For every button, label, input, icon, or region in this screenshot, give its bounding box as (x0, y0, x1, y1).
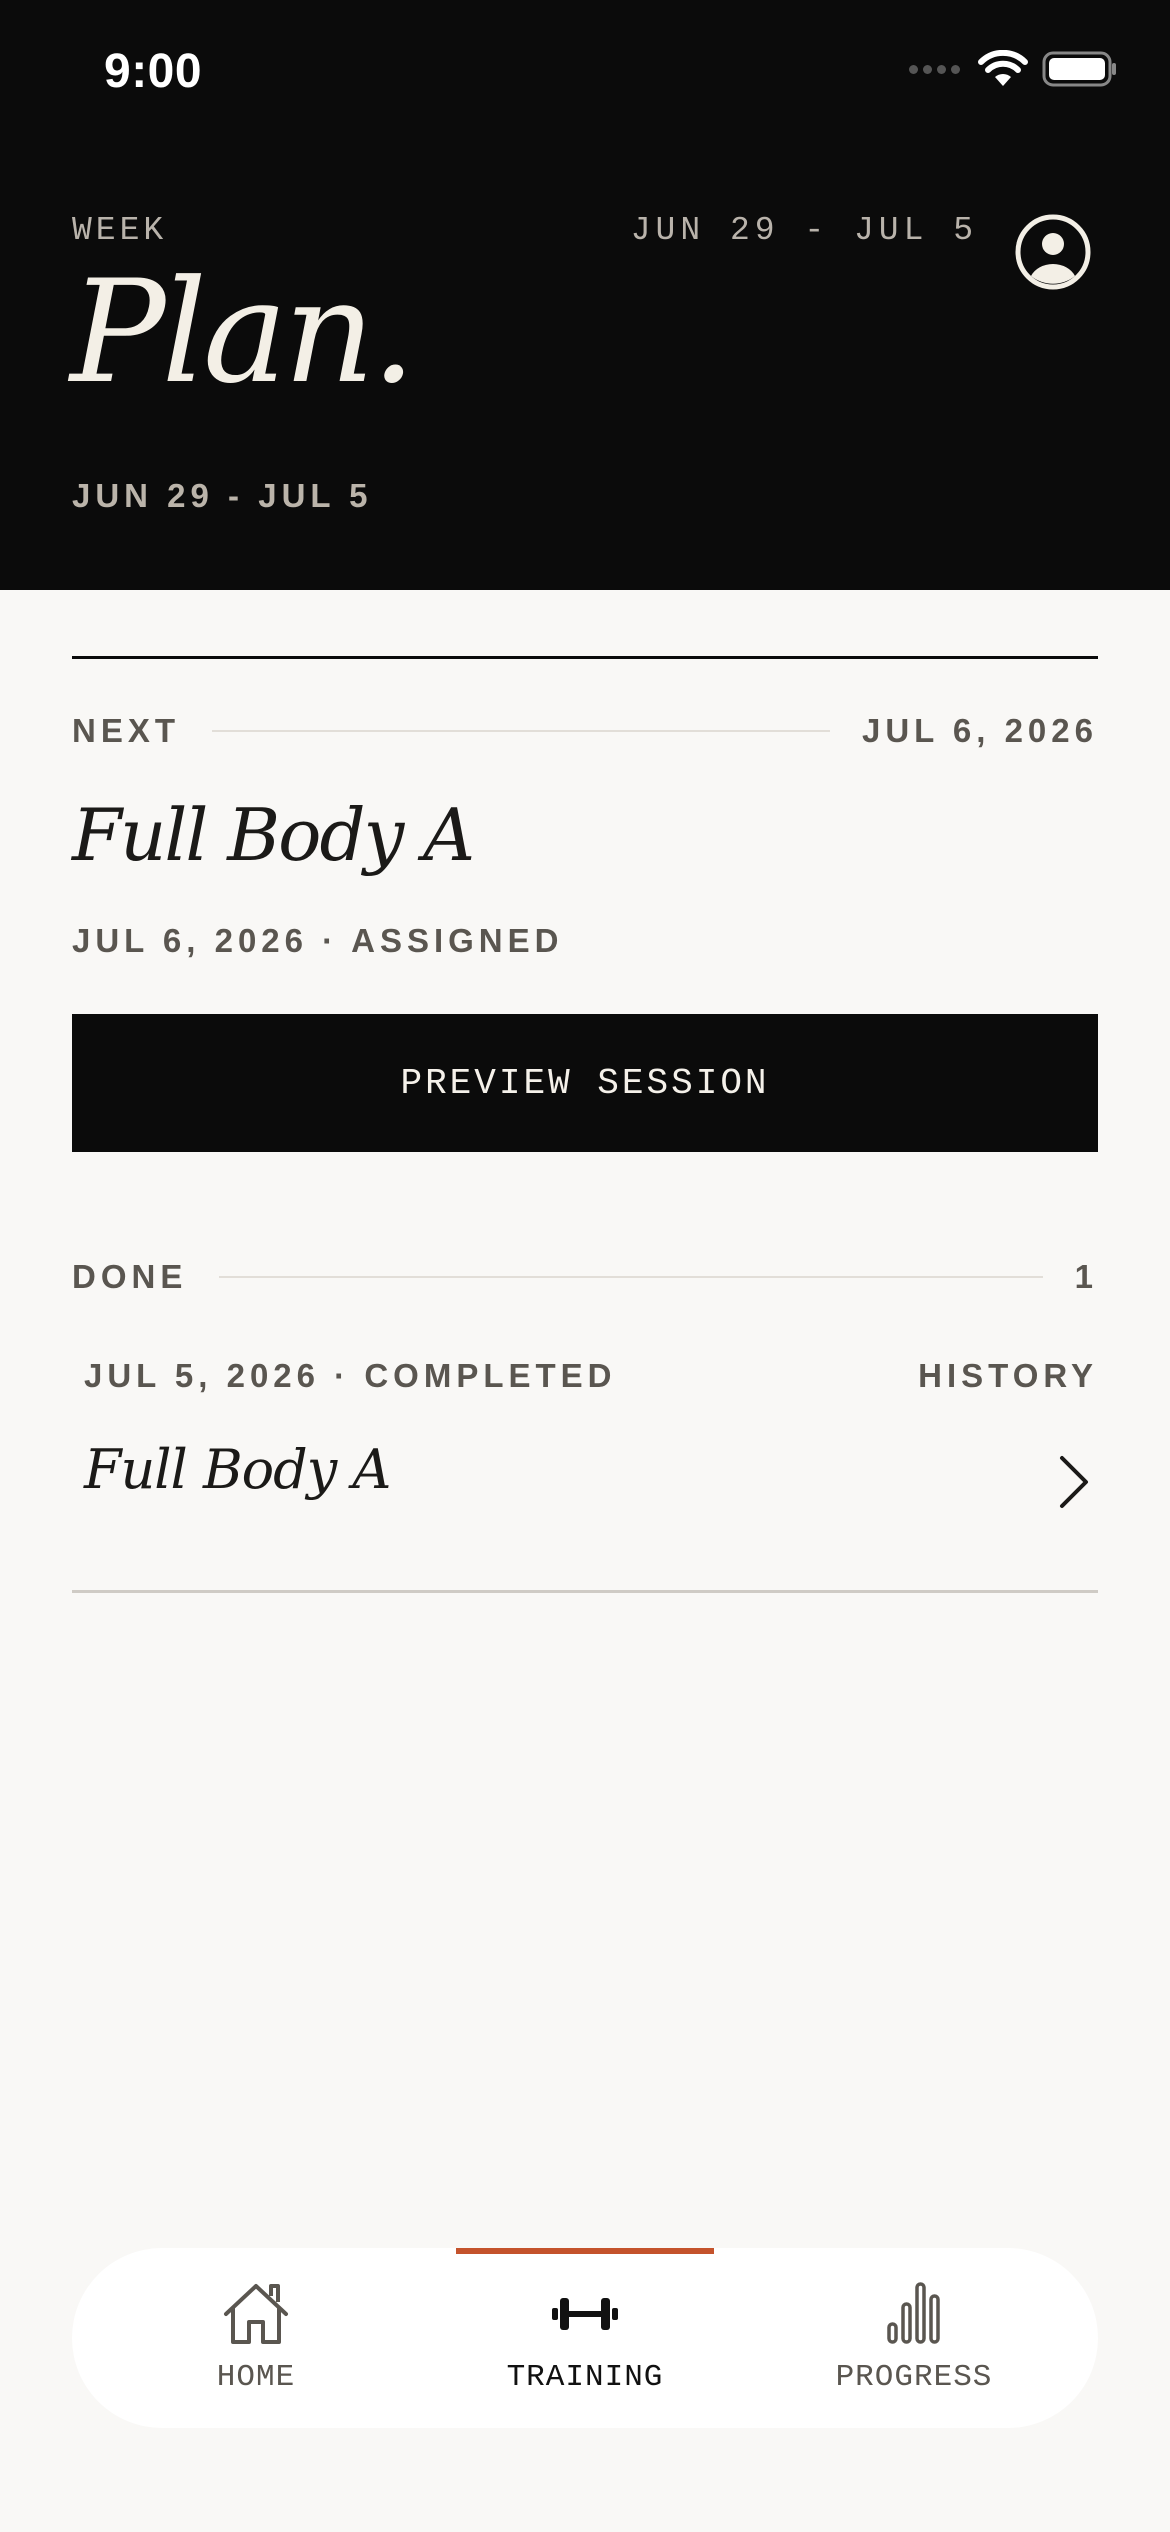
week-range-subtitle: JUN 29 - JUL 5 (72, 477, 373, 514)
divider (212, 730, 830, 732)
next-label: NEXT (72, 712, 181, 749)
chevron-right-icon[interactable] (1056, 1454, 1090, 1510)
page-title: Plan. (70, 250, 416, 415)
status-indicators (909, 50, 1118, 88)
header: 9:00 WEEK JUN 29 - JUL 5 Plan. JUN 29 - … (0, 0, 1170, 590)
wifi-icon (978, 50, 1028, 86)
house-icon (224, 2284, 288, 2344)
battery-icon (1042, 51, 1116, 87)
next-date: JUL 6, 2026 (861, 712, 1098, 749)
tab-home[interactable]: HOME (72, 2248, 440, 2428)
status-time: 9:00 (104, 45, 203, 98)
active-tab-indicator (456, 2248, 714, 2254)
tab-bar: HOME TRAINING PROGRESS (72, 2248, 1098, 2428)
preview-session-button[interactable]: PREVIEW SESSION (72, 1014, 1098, 1152)
bar-chart-icon (887, 2282, 940, 2344)
week-label: WEEK (72, 212, 168, 249)
signal-icon (909, 64, 960, 74)
dumbbell-icon (552, 2298, 618, 2330)
divider (72, 656, 1098, 659)
completed-session-meta: JUL 5, 2026 · COMPLETED (84, 1357, 617, 1394)
done-section-header: DONE 1 (72, 1258, 1098, 1296)
done-count: 1 (1074, 1258, 1098, 1295)
tab-progress-label: PROGRESS (835, 2360, 993, 2395)
tab-training-label: TRAINING (506, 2360, 664, 2395)
next-section-header: NEXT JUL 6, 2026 (72, 712, 1098, 750)
next-session-title[interactable]: Full Body A (72, 795, 475, 875)
week-range[interactable]: JUN 29 - JUL 5 (631, 212, 978, 249)
completed-session-title[interactable]: Full Body A (84, 1438, 391, 1501)
tab-home-label: HOME (216, 2360, 296, 2395)
divider (72, 1590, 1098, 1593)
divider (219, 1276, 1043, 1278)
done-label: DONE (72, 1258, 188, 1295)
next-session-meta: JUL 6, 2026 · ASSIGNED (72, 922, 564, 959)
tab-progress[interactable]: PROGRESS (730, 2248, 1098, 2428)
history-link[interactable]: HISTORY (918, 1357, 1098, 1395)
tab-training[interactable]: TRAINING (456, 2248, 714, 2428)
profile-icon[interactable] (1015, 214, 1091, 290)
